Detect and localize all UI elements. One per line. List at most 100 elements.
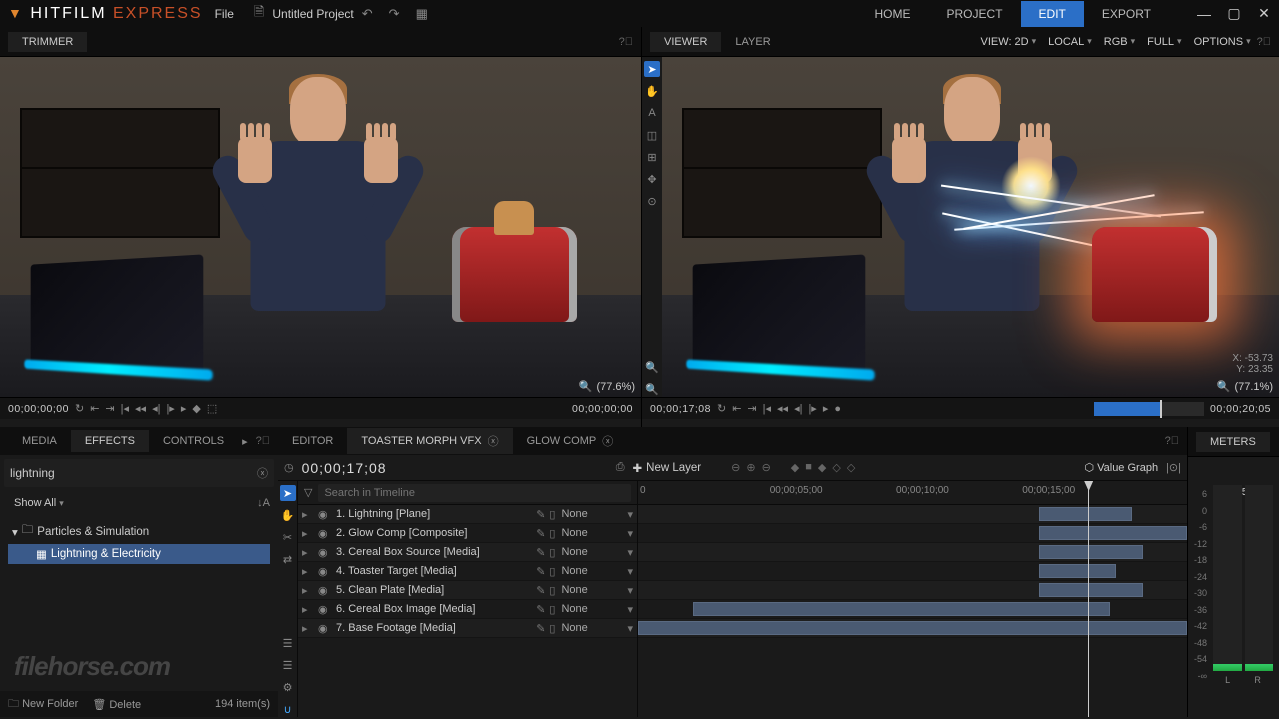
snap-tool-icon[interactable]: ⊞ <box>644 149 660 165</box>
diamond-icon[interactable]: ◆ <box>818 461 826 474</box>
sort-icon[interactable]: ↓A <box>257 497 270 509</box>
layer-row[interactable]: ▸◉7. Base Footage [Media]✎▯None▾ <box>298 619 637 638</box>
visibility-icon[interactable]: ◉ <box>318 622 330 635</box>
zoom-out-icon[interactable]: 🔍 <box>644 381 660 397</box>
expand-icon[interactable]: ▸ <box>302 527 312 540</box>
clear-search-icon[interactable]: ⓧ <box>257 465 268 481</box>
tab-media[interactable]: MEDIA <box>8 430 71 452</box>
track-row[interactable] <box>638 619 1187 638</box>
save-icon[interactable]: 🗎 <box>246 3 272 25</box>
lock-icon[interactable]: ▯ <box>549 508 555 521</box>
export-frame-icon[interactable]: ⎙ <box>616 461 625 474</box>
mask-tool-icon[interactable]: ◫ <box>644 127 660 143</box>
grid-icon[interactable]: ▦ <box>408 6 436 22</box>
blend-mode[interactable]: None <box>561 622 621 634</box>
forward-icon[interactable]: ▸ <box>181 402 187 415</box>
clip[interactable] <box>1039 545 1143 559</box>
zoom-in-icon[interactable]: 🔍 <box>644 359 660 375</box>
pencil-icon[interactable]: ✎ <box>536 603 545 616</box>
chevron-down-icon[interactable]: ▾ <box>627 527 633 540</box>
layer-row[interactable]: ▸◉2. Glow Comp [Composite]✎▯None▾ <box>298 524 637 543</box>
redo-icon[interactable]: ↷ <box>381 6 408 22</box>
clip[interactable] <box>693 602 1110 616</box>
blend-mode[interactable]: None <box>561 508 621 520</box>
rewind-icon[interactable]: ◂◂ <box>777 402 788 415</box>
expand-icon[interactable]: ▸ <box>302 546 312 559</box>
viewer-preview[interactable]: 2D X: -53.73Y: 23.35 � <box>662 57 1279 397</box>
tab-comp1[interactable]: TOASTER MORPH VFXⓧ <box>347 428 512 454</box>
help-icon[interactable]: ?⃝ <box>248 435 278 447</box>
track-row[interactable] <box>638 524 1187 543</box>
diamond-icon[interactable]: ◆ <box>791 461 799 474</box>
expand-icon[interactable]: ▸ <box>302 622 312 635</box>
clip[interactable] <box>638 621 1187 635</box>
kf-prev-icon[interactable]: ⊖ <box>731 461 740 474</box>
nav-edit[interactable]: EDIT <box>1021 1 1084 27</box>
close-tab-icon[interactable]: ⓧ <box>488 433 499 449</box>
rows-icon[interactable]: ☰ <box>280 635 296 651</box>
clip[interactable] <box>1039 583 1143 597</box>
fit-icon[interactable]: |⊙| <box>1166 461 1181 474</box>
hand-tool-icon[interactable]: ✋ <box>644 83 660 99</box>
track-row[interactable] <box>638 562 1187 581</box>
maximize-icon[interactable]: ▢ <box>1219 0 1249 27</box>
pencil-icon[interactable]: ✎ <box>536 622 545 635</box>
visibility-icon[interactable]: ◉ <box>318 565 330 578</box>
lock-icon[interactable]: ▯ <box>549 584 555 597</box>
out-icon[interactable]: ⇥ <box>105 402 114 415</box>
in-icon[interactable]: ⇤ <box>732 402 741 415</box>
lock-icon[interactable]: ▯ <box>549 546 555 559</box>
snapshot-icon[interactable]: ⬚ <box>207 402 217 415</box>
prev-frame-icon[interactable]: |◂ <box>121 402 129 415</box>
tab-effects[interactable]: EFFECTS <box>71 430 149 452</box>
view-mode-dropdown[interactable]: VIEW: 2D <box>975 34 1043 50</box>
clock-icon[interactable]: ◷ <box>284 461 294 474</box>
trimmer-tab[interactable]: TRIMMER <box>8 32 87 52</box>
chevron-down-icon[interactable]: ▾ <box>627 546 633 559</box>
effects-search[interactable]: ⓧ <box>4 459 274 487</box>
rows2-icon[interactable]: ☰ <box>280 657 296 673</box>
prev-frame-icon[interactable]: |◂ <box>763 402 771 415</box>
marker-icon[interactable]: ◆ <box>192 402 200 415</box>
track-row[interactable] <box>638 600 1187 619</box>
undo-icon[interactable]: ↶ <box>354 6 381 22</box>
editor-timecode[interactable]: 00;00;17;08 <box>302 460 387 476</box>
chevron-down-icon[interactable]: ▾ <box>627 603 633 616</box>
text-tool-icon[interactable]: A <box>644 105 660 121</box>
trimmer-zoom[interactable]: 🔍(77.6%) <box>579 380 635 393</box>
nav-home[interactable]: HOME <box>857 1 929 27</box>
blend-mode[interactable]: None <box>561 527 621 539</box>
value-graph-toggle[interactable]: ⬡ Value Graph <box>1084 461 1158 474</box>
tab-controls[interactable]: CONTROLS <box>149 430 238 452</box>
chevron-down-icon[interactable]: ▾ <box>627 565 633 578</box>
lock-icon[interactable]: ▯ <box>549 622 555 635</box>
pencil-icon[interactable]: ✎ <box>536 508 545 521</box>
tree-effect-item[interactable]: ▦Lightning & Electricity <box>8 544 270 564</box>
clip[interactable] <box>1039 564 1116 578</box>
layer-row[interactable]: ▸◉6. Cereal Box Image [Media]✎▯None▾ <box>298 600 637 619</box>
select-tool-icon[interactable]: ➤ <box>644 61 660 77</box>
blend-mode[interactable]: None <box>561 546 621 558</box>
record-icon[interactable]: ● <box>834 403 841 415</box>
expand-icon[interactable]: ▸ <box>302 584 312 597</box>
orbit-tool-icon[interactable]: ⊙ <box>644 193 660 209</box>
layer-row[interactable]: ▸◉3. Cereal Box Source [Media]✎▯None▾ <box>298 543 637 562</box>
track-row[interactable] <box>638 505 1187 524</box>
track-row[interactable] <box>638 581 1187 600</box>
magnet-icon[interactable]: ∪ <box>280 701 296 717</box>
kf-add-icon[interactable]: ⊕ <box>746 461 755 474</box>
layer-row[interactable]: ▸◉4. Toaster Target [Media]✎▯None▾ <box>298 562 637 581</box>
chevron-down-icon[interactable]: ▾ <box>627 622 633 635</box>
clip[interactable] <box>1039 507 1132 521</box>
menu-file[interactable]: File <box>203 7 246 21</box>
loop-icon[interactable]: ↻ <box>75 402 84 415</box>
trimmer-preview[interactable]: Toaster.png 🔍(77.6%) <box>0 57 641 397</box>
play-icon[interactable]: |▸ <box>166 402 174 415</box>
chevron-down-icon[interactable]: ▾ <box>627 508 633 521</box>
move-tool-icon[interactable]: ✥ <box>644 171 660 187</box>
rewind-icon[interactable]: ◂◂ <box>135 402 146 415</box>
layer-search-input[interactable] <box>318 484 631 502</box>
tab-editor[interactable]: EDITOR <box>278 430 347 452</box>
blend-mode[interactable]: None <box>561 565 621 577</box>
square-icon[interactable]: ■ <box>805 461 812 474</box>
